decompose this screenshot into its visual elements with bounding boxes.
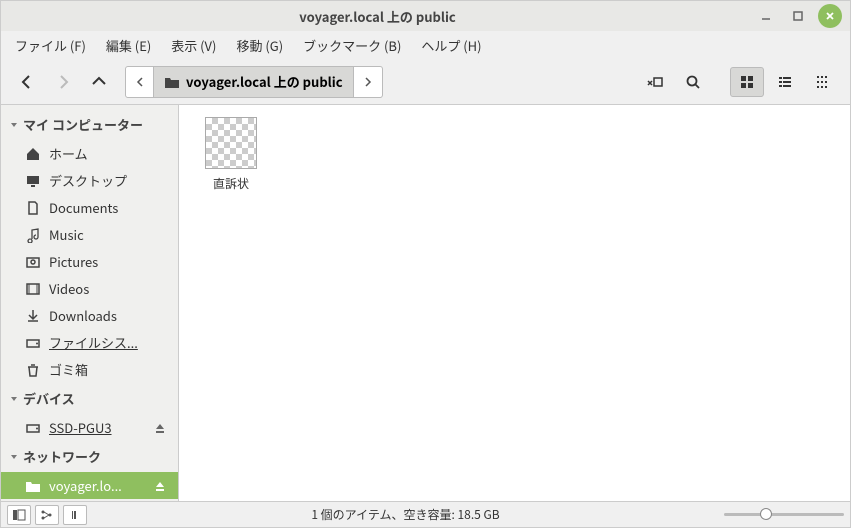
chevron-down-icon [9, 452, 19, 462]
list-view-button[interactable] [768, 67, 802, 97]
desktop-icon [25, 173, 41, 189]
music-icon [25, 227, 41, 243]
maximize-button[interactable] [786, 4, 810, 28]
menu-go[interactable]: 移動 (G) [226, 32, 293, 59]
show-tree-button[interactable] [35, 505, 59, 525]
sidebar-item-label: Videos [49, 279, 170, 298]
file-thumbnail [205, 117, 257, 169]
icon-view-button[interactable] [730, 67, 764, 97]
menu-file[interactable]: ファイル (F) [5, 32, 96, 59]
sidebar-item-label: Music [49, 225, 170, 244]
sidebar-item-ssd[interactable]: SSD-PGU3 [1, 414, 178, 441]
sidebar-item-downloads[interactable]: Downloads [1, 302, 178, 329]
pathbar-prev[interactable] [126, 67, 154, 97]
drive-icon [25, 335, 41, 351]
chevron-down-icon [9, 394, 19, 404]
menu-bookmarks[interactable]: ブックマーク (B) [293, 32, 411, 59]
status-text: 1 個のアイテム、空き容量: 18.5 GB [91, 506, 720, 523]
sidebar-item-label: ホーム [49, 144, 170, 163]
titlebar: voyager.local 上の public [1, 1, 850, 31]
show-places-button[interactable] [7, 505, 31, 525]
search-button[interactable] [676, 67, 710, 97]
trash-icon [25, 362, 41, 378]
window-title: voyager.local 上の public [9, 7, 746, 26]
file-item[interactable]: 直訴状 [191, 117, 271, 192]
close-button[interactable] [818, 4, 842, 28]
menu-help[interactable]: ヘルプ (H) [411, 32, 491, 59]
main-pane: マイ コンピューター ホーム デスクトップ Documents Music Pi… [1, 105, 850, 501]
up-button[interactable] [83, 66, 115, 98]
pathbar-current-label: voyager.local 上の public [186, 72, 343, 91]
sidebar-item-desktop[interactable]: デスクトップ [1, 167, 178, 194]
compact-view-button[interactable] [806, 67, 840, 97]
sidebar-item-filesystem[interactable]: ファイルシス... [1, 329, 178, 356]
videos-icon [25, 281, 41, 297]
menu-view[interactable]: 表示 (V) [161, 32, 226, 59]
toolbar: voyager.local 上の public [1, 59, 850, 105]
sidebar-item-label: voyager.lo... [49, 476, 146, 495]
home-icon [25, 146, 41, 162]
eject-icon[interactable] [154, 480, 170, 492]
sidebar-section-devices[interactable]: デバイス [1, 383, 178, 414]
drive-icon [25, 420, 41, 436]
sidebar-section-network-label: ネットワーク [23, 447, 101, 466]
pictures-icon [25, 254, 41, 270]
close-sidebar-button[interactable] [63, 505, 87, 525]
pathbar-current[interactable]: voyager.local 上の public [154, 67, 354, 97]
sidebar: マイ コンピューター ホーム デスクトップ Documents Music Pi… [1, 105, 179, 501]
back-button[interactable] [11, 66, 43, 98]
sidebar-item-home[interactable]: ホーム [1, 140, 178, 167]
folder-remote-icon [25, 478, 41, 494]
sidebar-item-label: ファイルシス... [49, 333, 170, 352]
file-name: 直訴状 [213, 175, 249, 192]
forward-button[interactable] [47, 66, 79, 98]
zoom-slider[interactable] [724, 513, 844, 516]
menu-edit[interactable]: 編集 (E) [96, 32, 161, 59]
sidebar-item-label: Pictures [49, 252, 170, 271]
sidebar-item-label: Documents [49, 198, 170, 217]
sidebar-item-documents[interactable]: Documents [1, 194, 178, 221]
sidebar-item-pictures[interactable]: Pictures [1, 248, 178, 275]
statusbar: 1 個のアイテム、空き容量: 18.5 GB [1, 501, 850, 527]
sidebar-item-label: デスクトップ [49, 171, 170, 190]
downloads-icon [25, 308, 41, 324]
file-view[interactable]: 直訴状 [179, 105, 850, 501]
toggle-location-button[interactable] [638, 67, 672, 97]
sidebar-section-devices-label: デバイス [23, 389, 75, 408]
menubar: ファイル (F) 編集 (E) 表示 (V) 移動 (G) ブックマーク (B)… [1, 31, 850, 59]
sidebar-item-videos[interactable]: Videos [1, 275, 178, 302]
pathbar: voyager.local 上の public [125, 66, 383, 98]
sidebar-item-label: ゴミ箱 [49, 360, 170, 379]
chevron-down-icon [9, 120, 19, 130]
pathbar-next[interactable] [354, 67, 382, 97]
sidebar-item-music[interactable]: Music [1, 221, 178, 248]
sidebar-section-computer-label: マイ コンピューター [23, 115, 143, 134]
sidebar-item-label: Downloads [49, 306, 170, 325]
eject-icon[interactable] [154, 422, 170, 434]
documents-icon [25, 200, 41, 216]
sidebar-section-network[interactable]: ネットワーク [1, 441, 178, 472]
sidebar-item-voyager[interactable]: voyager.lo... [1, 472, 178, 499]
sidebar-item-trash[interactable]: ゴミ箱 [1, 356, 178, 383]
sidebar-section-computer[interactable]: マイ コンピューター [1, 109, 178, 140]
minimize-button[interactable] [754, 4, 778, 28]
sidebar-item-label: SSD-PGU3 [49, 418, 146, 437]
folder-remote-icon [164, 75, 180, 89]
